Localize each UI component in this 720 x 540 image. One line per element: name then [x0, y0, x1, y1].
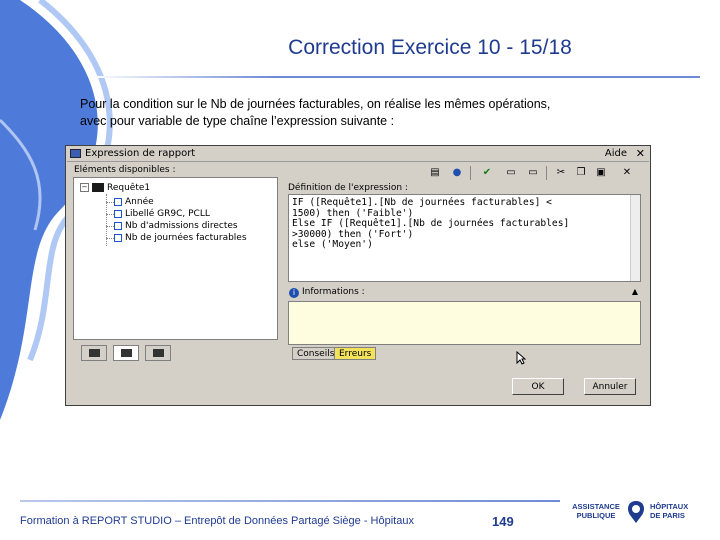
information-icon: i [289, 288, 299, 298]
tab-data-items[interactable] [113, 345, 139, 361]
tree-connector [106, 226, 114, 227]
validate-icon[interactable]: ✔ [478, 165, 496, 181]
logo-emblem-icon [628, 501, 644, 523]
cancel-button[interactable]: Annuler [584, 378, 636, 395]
paste-icon[interactable]: ▣ [592, 165, 610, 181]
footer-divider [20, 500, 560, 502]
intro-text: Pour la condition sur le Nb de journées … [80, 96, 670, 130]
field-icon[interactable]: ▭ [502, 165, 520, 181]
information-panel [288, 301, 641, 345]
slide-title: Correction Exercice 10 - 15/18 [288, 36, 572, 59]
tab-tips[interactable]: Conseils [292, 347, 340, 360]
tree-item[interactable]: Libellé GR9C, PCLL [114, 209, 210, 219]
close-icon[interactable]: ✕ [636, 147, 645, 160]
information-header: i Informations : ▲ [288, 287, 641, 300]
delete-icon[interactable]: ✕ [618, 165, 636, 181]
data-item-icon [114, 221, 122, 230]
properties-icon[interactable]: ▤ [426, 165, 444, 181]
collapse-icon[interactable]: − [80, 183, 89, 192]
tab-functions[interactable] [145, 345, 171, 361]
page-number: 149 [492, 514, 514, 529]
copy-icon[interactable]: ❐ [572, 165, 590, 181]
dialog-titlebar: Expression de rapport Aide ✕ [67, 147, 649, 162]
app-icon [70, 149, 81, 158]
tree-root-label: Requête1 [107, 183, 151, 193]
expression-scrollbar[interactable] [630, 195, 640, 281]
expression-editor[interactable]: IF ([Requête1].[Nb de journées facturabl… [288, 194, 641, 282]
data-item-icon [114, 209, 122, 218]
tree-connector [106, 238, 114, 239]
expression-definition-label: Définition de l'expression : [288, 183, 408, 193]
tree-root-query[interactable]: − Requête1 [80, 183, 150, 193]
toolbar-separator [470, 166, 471, 180]
available-items-tree: − Requête1 Année Libellé GR9C, PCLL Nb d'… [73, 177, 278, 340]
functions-icon [153, 349, 164, 357]
collapse-arrow-icon[interactable]: ▲ [632, 287, 638, 296]
logo-text-left: ASSISTANCE PUBLIQUE [572, 502, 620, 520]
tree-item[interactable]: Année [114, 197, 154, 207]
tab-source[interactable] [81, 345, 107, 361]
dialog-title: Expression de rapport [85, 148, 196, 159]
aphp-logo: ASSISTANCE PUBLIQUE HÔPITAUX DE PARIS [570, 499, 710, 527]
cut-icon[interactable]: ✂ [552, 165, 570, 181]
available-items-label: Eléments disponibles : [74, 165, 176, 175]
intro-line-2: avec pour variable de type chaîne l’expr… [80, 114, 395, 128]
ok-button[interactable]: OK [512, 378, 564, 395]
tree-item[interactable]: Nb de journées facturables [114, 233, 247, 243]
tab-errors[interactable]: Erreurs [334, 347, 377, 360]
source-icon [89, 349, 100, 357]
footer-text: Formation à REPORT STUDIO – Entrepôt de … [20, 515, 414, 527]
information-label: Informations : [302, 287, 365, 297]
tree-connector [106, 214, 114, 215]
data-item-icon [114, 197, 122, 206]
help-link[interactable]: Aide [605, 148, 627, 159]
title-divider [90, 76, 700, 78]
tree-connector [106, 202, 114, 203]
intro-line-1: Pour la condition sur le Nb de journées … [80, 97, 551, 111]
info-icon[interactable]: ● [448, 165, 466, 181]
toolbar-separator [546, 166, 547, 180]
data-items-icon [121, 349, 132, 357]
data-item-icon [114, 233, 122, 242]
mouse-cursor-icon [516, 351, 526, 365]
expression-dialog: Expression de rapport Aide ✕ Eléments di… [65, 145, 651, 406]
logo-text-right: HÔPITAUX DE PARIS [650, 502, 689, 520]
query-icon [92, 183, 104, 192]
field-alt-icon[interactable]: ▭ [524, 165, 542, 181]
expression-text[interactable]: IF ([Requête1].[Nb de journées facturabl… [292, 197, 569, 251]
left-panel-tabs [73, 345, 278, 362]
tree-item[interactable]: Nb d'admissions directes [114, 221, 238, 231]
